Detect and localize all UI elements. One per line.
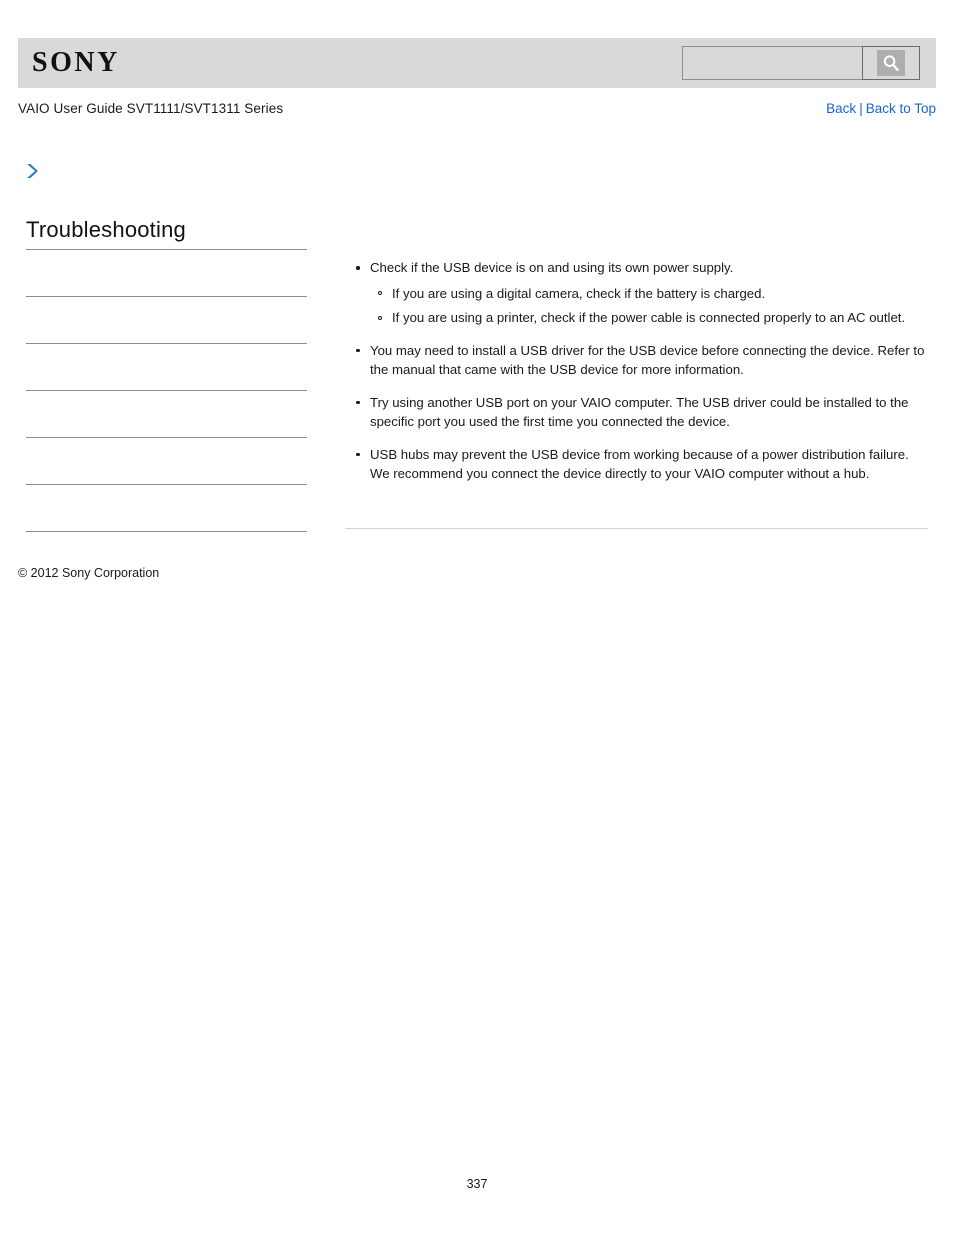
sidebar-heading: Troubleshooting	[26, 217, 186, 242]
sidebar-item-2[interactable]	[26, 296, 307, 343]
sidebar-item-5[interactable]	[26, 437, 307, 484]
list-item: USB hubs may prevent the USB device from…	[345, 445, 928, 484]
back-to-top-link[interactable]: Back to Top	[866, 101, 936, 116]
sub-list: If you are using a digital camera, check…	[370, 284, 928, 328]
troubleshooting-list: Check if the USB device is on and using …	[345, 258, 928, 484]
nav-separator: |	[859, 101, 863, 116]
sub-list-item-text: If you are using a printer, check if the…	[392, 310, 906, 325]
main-content: Check if the USB device is on and using …	[345, 258, 928, 497]
search-button[interactable]	[862, 46, 920, 80]
search-group	[682, 46, 920, 80]
list-item-text: USB hubs may prevent the USB device from…	[370, 446, 909, 482]
search-input[interactable]	[682, 46, 862, 80]
sub-list-item: If you are using a printer, check if the…	[370, 308, 928, 328]
copyright-text: © 2012 Sony Corporation	[18, 566, 160, 580]
content-divider	[345, 528, 928, 529]
list-item: Check if the USB device is on and using …	[345, 258, 928, 328]
list-item-text: Try using another USB port on your VAIO …	[370, 394, 909, 430]
list-item-text: You may need to install a USB driver for…	[370, 342, 925, 378]
guide-title: VAIO User Guide SVT1111/SVT1311 Series	[18, 101, 284, 116]
sidebar-item-6[interactable]	[26, 484, 307, 531]
back-link[interactable]: Back	[826, 101, 856, 116]
top-nav-links: Back | Back to Top	[826, 101, 936, 116]
sidebar-item-1[interactable]	[26, 249, 307, 296]
list-item: Try using another USB port on your VAIO …	[345, 393, 928, 432]
header-bar: SONY	[18, 38, 936, 88]
sub-list-item-text: If you are using a digital camera, check…	[392, 285, 766, 301]
sidebar-item-3[interactable]	[26, 343, 307, 390]
sidebar-nav-list	[26, 249, 307, 578]
sony-logo: SONY	[32, 47, 120, 78]
sidebar: Troubleshooting	[26, 217, 307, 578]
list-item: You may need to install a USB driver for…	[345, 341, 928, 380]
title-row: VAIO User Guide SVT1111/SVT1311 Series B…	[18, 101, 936, 116]
page-number: 337	[466, 1177, 488, 1191]
chevron-right-icon	[24, 162, 42, 182]
sidebar-item-4[interactable]	[26, 390, 307, 437]
sub-list-item: If you are using a digital camera, check…	[370, 284, 928, 304]
search-icon	[877, 50, 905, 76]
list-item-text: Check if the USB device is on and using …	[370, 260, 734, 275]
